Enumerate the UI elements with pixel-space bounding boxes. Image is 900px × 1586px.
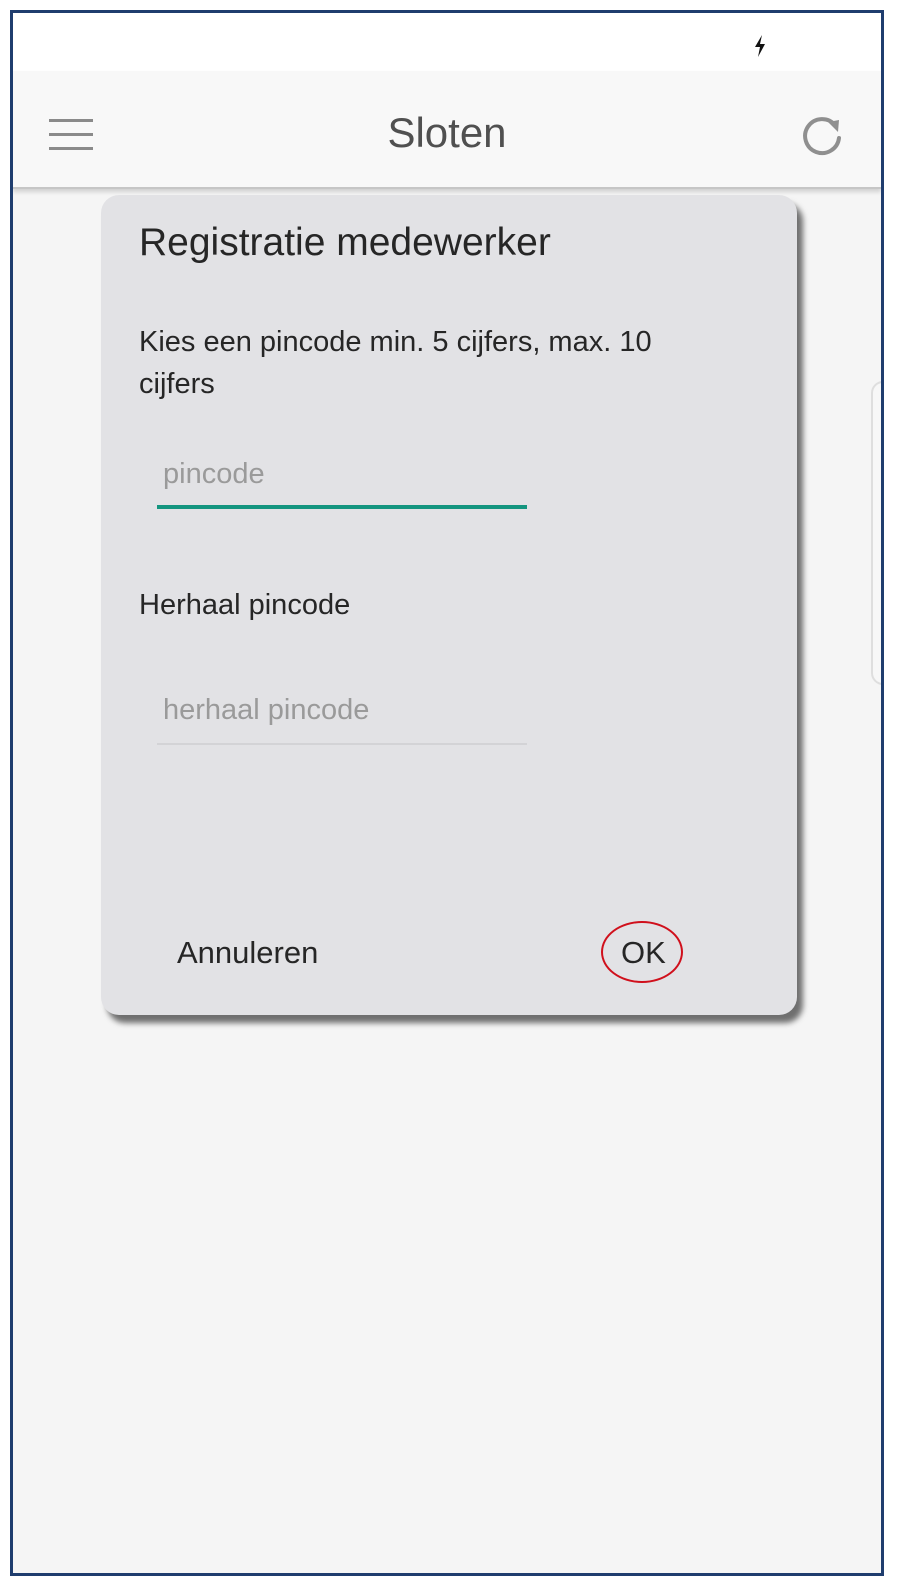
- ok-button[interactable]: OK: [621, 935, 666, 971]
- repeat-pincode-input[interactable]: [157, 687, 527, 733]
- screenshot-frame: Sloten Registratie medewerker Kies een p…: [10, 10, 884, 1576]
- pincode-input[interactable]: [157, 451, 527, 497]
- status-bar: [13, 13, 881, 71]
- repeat-pincode-label: Herhaal pincode: [139, 589, 351, 621]
- charging-bolt-icon: [755, 35, 765, 57]
- refresh-icon[interactable]: [799, 113, 845, 159]
- dialog-title: Registratie medewerker: [139, 221, 551, 264]
- dialog-message: Kies een pincode min. 5 cijfers, max. 10…: [139, 326, 652, 400]
- cancel-button[interactable]: Annuleren: [177, 935, 318, 971]
- side-panel-handle[interactable]: [871, 381, 881, 685]
- registration-dialog: Registratie medewerker Kies een pincode …: [101, 195, 797, 1015]
- repeat-pincode-input-underline: [157, 743, 527, 745]
- page-title: Sloten: [387, 109, 507, 156]
- app-bar: Sloten: [13, 71, 881, 189]
- pincode-input-underline: [157, 505, 527, 509]
